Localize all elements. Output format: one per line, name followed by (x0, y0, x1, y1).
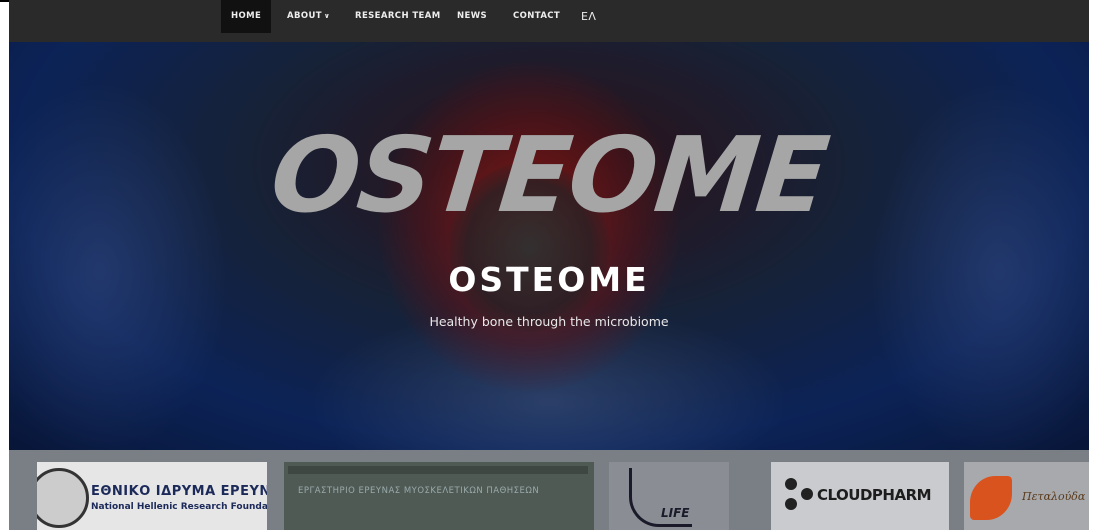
lab-header-bar (288, 466, 588, 474)
nhrf-name-english: National Hellenic Research Foundation (91, 502, 267, 512)
nav-about[interactable]: ABOUT ∨ (277, 0, 340, 33)
nav-contact[interactable]: CONTACT (503, 0, 570, 33)
butterfly-icon (970, 476, 1012, 520)
partner-logos-strip: ΕΘΝΙΚΟ ΙΔΡΥΜΑ ΕΡΕΥΝΩΝ National Hellenic … (9, 450, 1089, 530)
language-switch[interactable]: ΕΛ (571, 0, 606, 33)
research-lab-logo[interactable]: ΕΡΓΑΣΤΗΡΙΟ ΕΡΕΥΝΑΣ ΜΥΟΣΚΕΛΕΤΙΚΩΝ ΠΑΘΗΣΕΩ… (284, 462, 594, 530)
hero-banner: OSTEOME OSTEOME Healthy bone through the… (9, 42, 1089, 450)
cloudpharm-logo[interactable]: CLOUDPHARM (771, 462, 949, 530)
hero-overlay (9, 42, 1089, 450)
nav-research-team[interactable]: RESEARCH TEAM (345, 0, 451, 33)
nav-home[interactable]: HOME (221, 0, 272, 33)
petaloude-name: Πεταλούδα (1022, 490, 1086, 503)
petaloude-logo[interactable]: Πεταλούδα (964, 462, 1089, 530)
life-name: LIFE (661, 506, 690, 520)
nav-about-label: ABOUT (287, 11, 322, 21)
lab-name: ΕΡΓΑΣΤΗΡΙΟ ΕΡΕΥΝΑΣ ΜΥΟΣΚΕΛΕΤΙΚΩΝ ΠΑΘΗΣΕΩ… (298, 486, 540, 496)
nhrf-seal-icon (37, 468, 89, 528)
chevron-down-icon: ∨ (323, 12, 331, 20)
life-logo[interactable]: LIFE (609, 462, 729, 530)
page-right-margin (1089, 0, 1094, 530)
nav-news[interactable]: NEWS (447, 0, 497, 33)
nhrf-logo[interactable]: ΕΘΝΙΚΟ ΙΔΡΥΜΑ ΕΡΕΥΝΩΝ National Hellenic … (37, 462, 267, 530)
main-navigation: HOME ABOUT ∨ RESEARCH TEAM NEWS CONTACT Ε… (9, 0, 1089, 42)
nhrf-name-greek: ΕΘΝΙΚΟ ΙΔΡΥΜΑ ΕΡΕΥΝΩΝ (91, 484, 267, 499)
site-title[interactable]: OSTEOME (9, 260, 1089, 299)
hero-banner-word: OSTEOME (265, 114, 833, 236)
page-left-margin (0, 0, 9, 530)
site-tagline: Healthy bone through the microbiome (429, 314, 669, 329)
molecule-icon (785, 478, 819, 512)
cloudpharm-name: CLOUDPHARM (817, 486, 932, 504)
